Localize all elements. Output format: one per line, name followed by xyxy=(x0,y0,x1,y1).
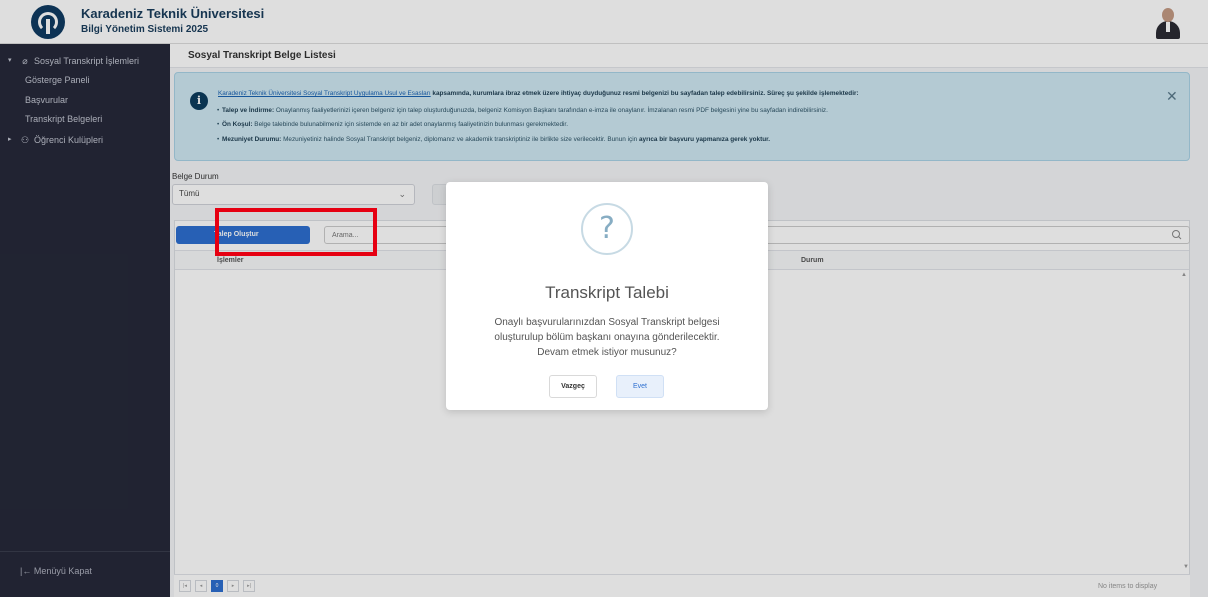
dialog-message-line: Devam etmek istiyor musunuz? xyxy=(537,347,677,358)
dialog-message-line: oluşturulup bölüm başkanı onayına gönder… xyxy=(494,332,720,343)
dialog-message-line: Onaylı başvurularınızdan Sosyal Transkri… xyxy=(494,317,720,328)
confirm-button[interactable]: Evet xyxy=(616,375,664,398)
highlight-box xyxy=(215,208,377,256)
dialog-message: Onaylı başvurularınızdan Sosyal Transkri… xyxy=(446,315,768,360)
cancel-button[interactable]: Vazgeç xyxy=(549,375,597,398)
question-icon: ? xyxy=(581,203,633,255)
confirm-dialog: ? Transkript Talebi Onaylı başvurularını… xyxy=(446,182,768,410)
dialog-title: Transkript Talebi xyxy=(545,283,669,302)
